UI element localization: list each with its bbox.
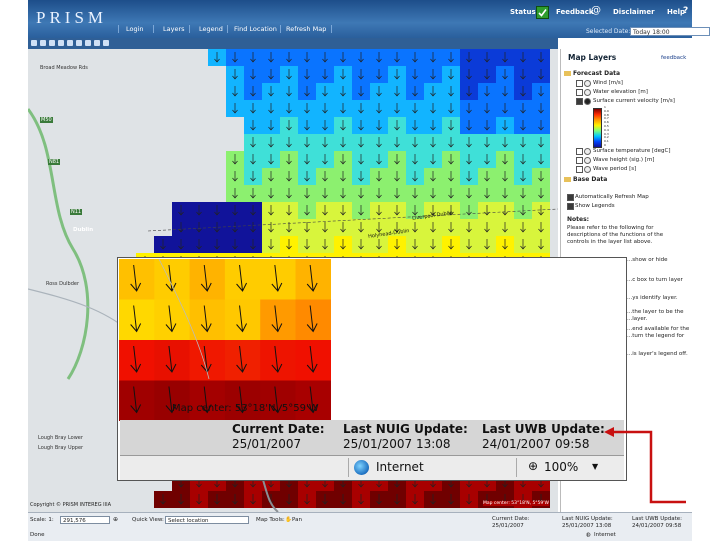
callout-pointer — [604, 427, 686, 504]
